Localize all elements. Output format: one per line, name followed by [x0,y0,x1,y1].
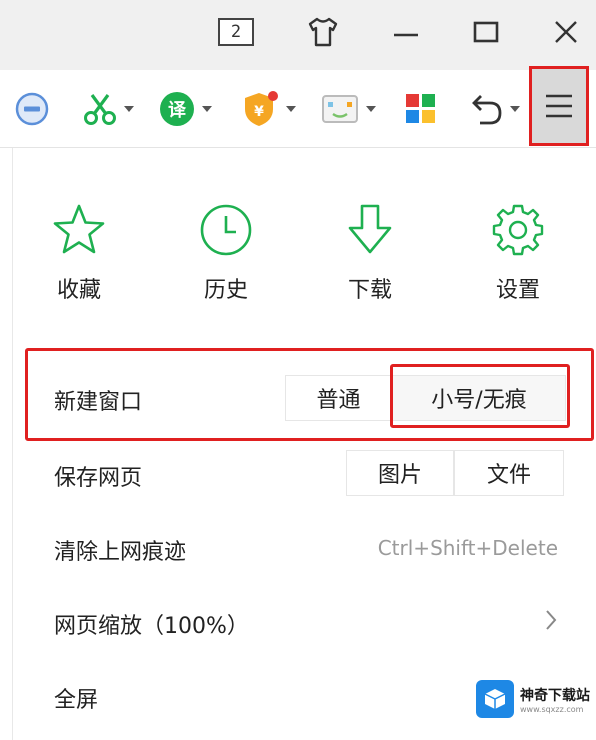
clock-icon [200,204,252,256]
security-button[interactable]: ¥ [240,88,296,130]
minimize-icon[interactable] [386,12,426,52]
svg-text:译: 译 [168,100,187,121]
chevron-right-icon [546,610,557,630]
screenshot-button[interactable] [82,88,134,130]
apps-icon[interactable] [404,88,438,130]
zoom-label: 网页缩放（100%） [54,614,249,639]
skin-icon[interactable] [303,12,343,52]
undo-icon [472,95,502,125]
screenshot-icon [84,94,116,125]
svg-text:¥: ¥ [254,104,264,120]
star-icon [53,204,105,254]
history-label: 历史 [203,278,248,303]
game-button[interactable] [320,88,376,130]
dropdown-arrow-icon [202,106,212,112]
menu-icon [546,94,572,118]
dropdown-arrow-icon [510,106,520,112]
dropdown-arrow-icon [366,106,376,112]
dropdown-arrow-icon [124,106,134,112]
title-bar: 2 [0,0,596,70]
watermark-url: www.sqxzz.com [520,704,584,714]
game-icon [322,95,358,123]
save-page-label: 保存网页 [54,466,143,491]
new-window-normal-button[interactable]: 普通 [285,375,392,421]
clear-traces-label: 清除上网痕迹 [54,540,187,565]
tab-count-button[interactable]: 2 [218,18,254,46]
close-icon[interactable] [546,12,586,52]
favorites-button[interactable]: 收藏 [29,202,129,304]
toolbar: 译 ¥ [0,66,596,148]
translate-icon: 译 [160,92,194,126]
main-menu-button[interactable] [529,66,589,146]
clear-traces-shortcut: Ctrl+Shift+Delete [377,536,558,560]
translate-button[interactable]: 译 [158,88,212,130]
main-menu-panel: 收藏 历史 下载 设置 新建窗口 普通 小号/无痕 保存网页 图片 文件 清除上… [0,148,596,740]
settings-button[interactable]: 设置 [468,202,568,304]
downloads-label: 下载 [347,278,392,303]
save-as-file-button[interactable]: 文件 [454,450,564,496]
watermark: 神奇下载站 www.sqxzz.com [476,680,590,718]
incognito-highlight [390,364,570,428]
favorites-label: 收藏 [56,278,101,303]
gear-icon [492,204,544,256]
dropdown-arrow-icon [286,106,296,112]
maximize-icon[interactable] [466,12,506,52]
adblock-icon[interactable] [14,88,50,130]
download-icon [348,204,392,254]
new-window-label: 新建窗口 [54,390,143,415]
watermark-logo-icon [476,680,514,718]
settings-label: 设置 [495,278,540,303]
watermark-title: 神奇下载站 [520,687,590,704]
history-button[interactable]: 历史 [176,202,276,304]
downloads-button[interactable]: 下载 [320,202,420,304]
shield-icon: ¥ [245,91,278,126]
save-as-image-button[interactable]: 图片 [346,450,454,496]
undo-button[interactable] [468,88,520,130]
fullscreen-item[interactable]: 全屏 [54,682,98,714]
